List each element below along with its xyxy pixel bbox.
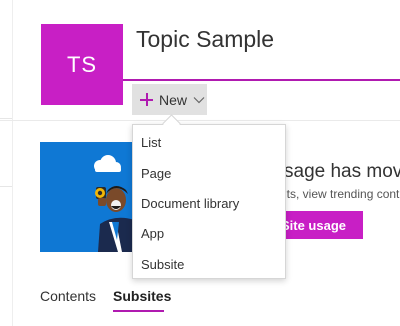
tab-contents[interactable]: Contents (40, 288, 96, 304)
selected-tab-underline (113, 310, 164, 312)
site-logo[interactable]: TS (41, 24, 123, 105)
menu-item-subsite[interactable]: Subsite (141, 257, 184, 272)
illustration-art (94, 155, 135, 252)
site-title[interactable]: Topic Sample (136, 26, 274, 53)
new-button[interactable]: New (132, 84, 207, 115)
binoculars-icon (95, 187, 106, 206)
banner-subtext: its, view trending cont (284, 187, 400, 201)
menu-item-app[interactable]: App (141, 226, 164, 241)
left-nav-rail (0, 0, 13, 326)
command-bar-divider (0, 120, 400, 121)
rail-divider (0, 186, 12, 187)
sharepoint-site-page: TS Topic Sample New sage has mov its, vi… (0, 0, 400, 326)
cloud-icon (94, 155, 121, 172)
menu-item-document-library[interactable]: Document library (141, 196, 239, 211)
new-button-label: New (159, 91, 188, 108)
tab-subsites[interactable]: Subsites (113, 288, 171, 304)
chevron-down-icon (193, 96, 205, 103)
plus-icon (140, 93, 153, 106)
menu-item-list[interactable]: List (141, 135, 161, 150)
banner-heading: sage has moved (284, 161, 400, 182)
site-usage-illustration (40, 142, 135, 252)
menu-item-page[interactable]: Page (141, 166, 171, 181)
header-accent-line (123, 79, 400, 81)
rail-divider (0, 118, 12, 119)
new-menu-dropdown: List Page Document library App Subsite (132, 124, 286, 279)
site-logo-initials: TS (66, 51, 98, 77)
